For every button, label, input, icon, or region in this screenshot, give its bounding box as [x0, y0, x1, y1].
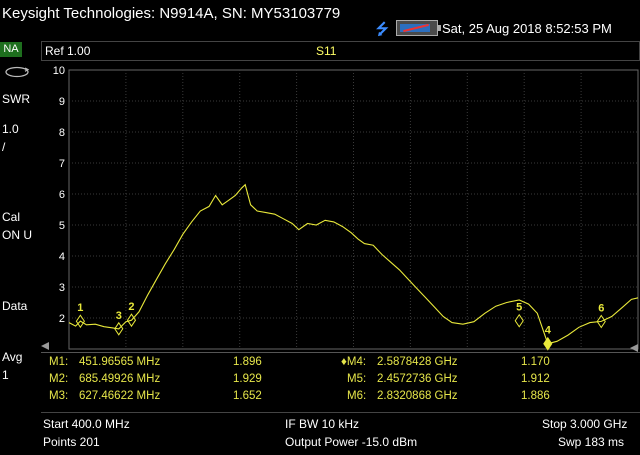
scale-unit-label: / [2, 140, 6, 154]
marker-value: 1.929 [233, 373, 262, 385]
trace-name[interactable]: S11 [316, 44, 336, 58]
marker-6-label: 6 [598, 303, 604, 315]
marker-row-m4[interactable]: ♦M4: 2.5878428 GHz 1.170 [341, 356, 550, 368]
marker-value: 1.170 [521, 356, 550, 368]
marker-name: M1: [49, 356, 69, 368]
trace-header: Ref 1.00 S11 [41, 41, 640, 61]
y-tick-label: 2 [59, 313, 65, 325]
cal-label: Cal [2, 210, 21, 224]
if-bandwidth[interactable]: IF BW 10 kHz [285, 417, 359, 431]
marker-name: M2: [49, 373, 69, 385]
ref-arrow-right [630, 344, 638, 352]
avg-count: 1 [2, 368, 9, 382]
marker-freq: 2.4572736 GHz [377, 373, 458, 385]
start-frequency[interactable]: Start 400.0 MHz [43, 417, 130, 431]
marker-freq: 2.5878428 GHz [377, 356, 458, 368]
marker-4-label: 4 [545, 325, 552, 337]
format-label: SWR [2, 92, 30, 106]
datetime: Sat, 25 Aug 2018 8:52:53 PM [442, 21, 612, 36]
marker-freq: 451.96565 MHz [79, 356, 161, 368]
y-tick-label: 7 [59, 158, 65, 170]
marker-value: 1.886 [521, 390, 550, 402]
marker-name: ♦M4: [341, 356, 367, 368]
marker-freq: 685.49926 MHz [79, 373, 161, 385]
marker-row-m1[interactable]: M1: 451.96565 MHz 1.896 [49, 356, 262, 368]
marker-freq: 2.8320868 GHz [377, 390, 458, 402]
avg-label: Avg [2, 350, 23, 364]
marker-value: 1.652 [233, 390, 262, 402]
marker-name: M3: [49, 390, 69, 402]
marker-1-label: 1 [77, 302, 83, 314]
y-tick-label: 10 [53, 65, 65, 77]
mode-badge[interactable]: NA [0, 42, 22, 57]
marker-table: M1: 451.96565 MHz 1.896 M2: 685.49926 MH… [41, 352, 640, 411]
marker-name: M5: [347, 373, 367, 385]
marker-3-label: 3 [116, 310, 122, 322]
rotate-icon[interactable] [4, 65, 30, 79]
marker-5-diamond [514, 313, 524, 328]
marker-value: 1.912 [521, 373, 550, 385]
marker-value: 1.896 [233, 356, 262, 368]
reference-level[interactable]: Ref 1.00 [45, 44, 90, 58]
marker-row-m2[interactable]: M2: 685.49926 MHz 1.929 [49, 373, 262, 385]
sweep-time[interactable]: Swp 183 ms [558, 435, 624, 449]
marker-5-label: 5 [516, 302, 522, 314]
y-tick-label: 3 [59, 282, 65, 294]
y-tick-label: 8 [59, 127, 65, 139]
marker-4-diamond [543, 336, 553, 351]
cal-status: ON U [2, 228, 32, 242]
y-tick-label: 5 [59, 220, 65, 232]
ref-arrow-left [41, 342, 49, 350]
marker-row-m5[interactable]: M5: 2.4572736 GHz 1.912 [347, 373, 550, 385]
y-tick-label: 6 [59, 189, 65, 201]
points-count[interactable]: Points 201 [43, 435, 100, 449]
y-tick-label: 4 [59, 251, 65, 263]
marker-freq: 627.46622 MHz [79, 390, 161, 402]
battery-icon [396, 20, 441, 36]
marker-name: M6: [347, 390, 367, 402]
left-status-panel: NA SWR 1.0 / Cal ON U Data Avg 1 [0, 41, 38, 414]
marker-row-m3[interactable]: M3: 627.46622 MHz 1.652 [49, 390, 262, 402]
stop-frequency[interactable]: Stop 3.000 GHz [542, 417, 627, 431]
sweep-settings-bar: Start 400.0 MHz IF BW 10 kHz Stop 3.000 … [41, 412, 640, 455]
data-label: Data [2, 299, 28, 313]
marker-row-m6[interactable]: M6: 2.8320868 GHz 1.886 [347, 390, 550, 402]
title-bar: Keysight Technologies: N9914A, SN: MY531… [0, 0, 640, 40]
swr-chart[interactable]: 23456789101 2345 6 [41, 62, 640, 352]
marker-2-label: 2 [128, 301, 134, 313]
plot-area[interactable]: 2 3 4 5 6 7 8 9 10 1 2 3 4 5 6 [41, 62, 640, 352]
y-tick-label: 9 [59, 96, 65, 108]
output-power[interactable]: Output Power -15.0 dBm [285, 435, 417, 449]
scale-label: 1.0 [2, 122, 19, 136]
window-title: Keysight Technologies: N9914A, SN: MY531… [2, 5, 341, 22]
